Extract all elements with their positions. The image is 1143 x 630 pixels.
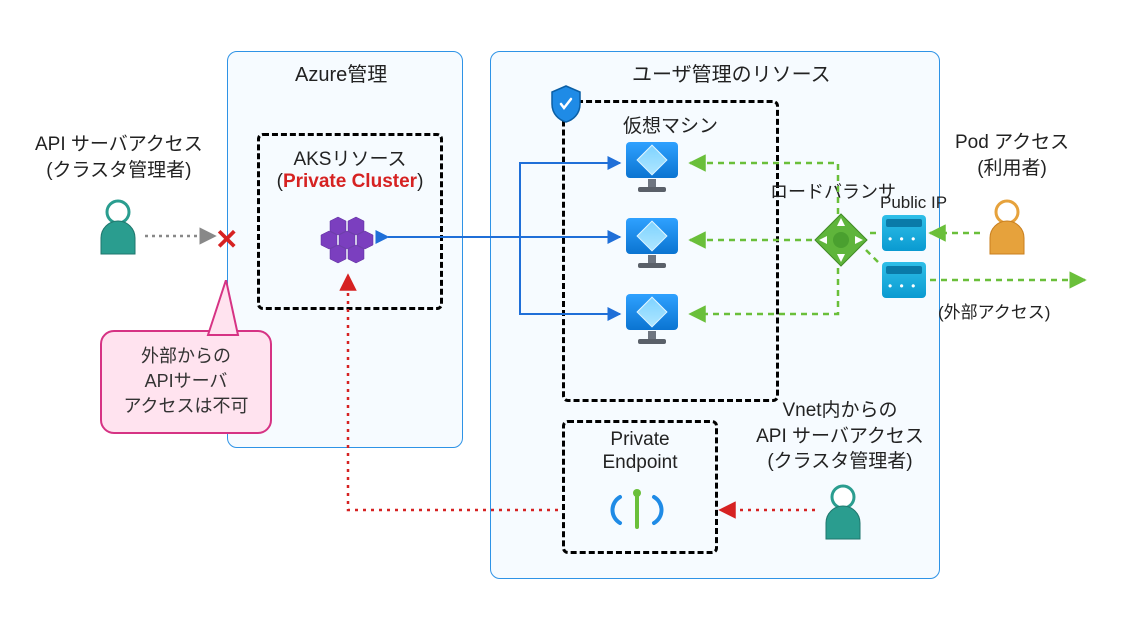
pod-access-line1: Pod アクセス [955,132,1069,153]
ext-admin-line2: (クラスタ管理者) [46,160,191,181]
vm-icon-1 [626,142,678,192]
aks-private-cluster-post: ) [417,171,423,192]
callout-tail [190,280,250,340]
pe-line1: Private [610,429,669,450]
public-ip-icon-1 [882,215,926,251]
load-balancer-label: ロードバランサ [770,180,896,204]
security-shield-icon [548,84,584,124]
vm-box-title: 仮想マシン [565,111,776,138]
external-access-label: (外部アクセス) [938,302,1050,325]
aks-resource-label: AKSリソース [293,149,406,170]
public-ip-icon-2 [882,262,926,298]
aks-cluster-icon [312,211,382,271]
public-ip-label: Public IP [880,192,947,215]
callout-line1: 外部からの [141,346,231,366]
vnet-admin-line1: Vnet内からの [782,400,897,421]
load-balancer-icon [813,212,869,268]
blocked-x-icon: ✕ [215,223,238,256]
blocked-access-callout: 外部からの APIサーバ アクセスは不可 [100,330,272,434]
aks-private-cluster-label: Private Cluster [283,171,417,192]
pod-user-icon [984,198,1030,256]
vm-icon-2 [626,218,678,268]
callout-line3: アクセスは不可 [123,396,248,416]
external-admin-icon [95,198,141,256]
azure-managed-title: Azure管理 [295,58,387,87]
vm-icon-3 [626,294,678,344]
vnet-admin-line2: API サーバアクセス [756,426,924,447]
callout-line2: APIサーバ [145,371,228,391]
diagram-canvas: Azure管理 ユーザ管理のリソース AKSリソース (Private Clus… [0,0,1143,630]
pe-line2: Endpoint [602,452,677,473]
ext-admin-line1: API サーバアクセス [35,134,203,155]
vnet-admin-line3: (クラスタ管理者) [767,451,912,472]
user-resources-title: ユーザ管理のリソース [632,58,831,87]
pod-access-line2: (利用者) [977,158,1047,179]
vnet-admin-icon [820,483,866,541]
private-endpoint-icon [602,485,672,535]
